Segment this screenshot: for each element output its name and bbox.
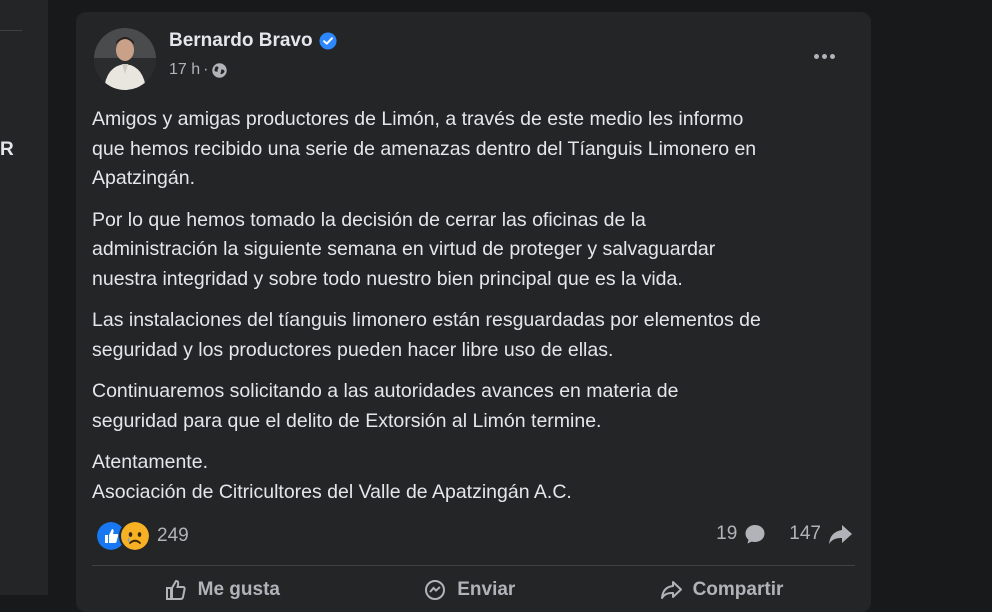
- action-divider: [92, 565, 855, 566]
- post-paragraph: Amigos y amigas productores de Limón, a …: [92, 108, 757, 189]
- thumbs-up-icon: [165, 579, 186, 600]
- post-text: Amigos y amigas productores de Limón, a …: [92, 105, 862, 519]
- author-row: Bernardo Bravo: [169, 30, 337, 52]
- reactions-summary[interactable]: 249: [95, 520, 189, 552]
- comment-icon: [745, 525, 765, 544]
- post-paragraph: Continuaremos solicitando a las autorida…: [92, 380, 679, 432]
- messenger-icon: [425, 580, 446, 600]
- sidebar-partial-text: R: [0, 139, 14, 160]
- verified-badge-icon: [319, 32, 337, 50]
- share-button-label: Compartir: [692, 579, 784, 600]
- post-paragraph: Por lo que hemos tomado la decisión de c…: [92, 208, 716, 290]
- like-button[interactable]: Me gusta: [152, 572, 292, 608]
- post-card: Bernardo Bravo 17 h · Amigos y amigas pr…: [76, 12, 871, 612]
- comments-count-value: 19: [716, 523, 738, 544]
- avatar[interactable]: [94, 28, 156, 90]
- dot-icon: [821, 53, 827, 59]
- share-arrow-icon: [829, 525, 852, 544]
- share-button[interactable]: Compartir: [647, 572, 796, 608]
- post-paragraph: Las instalaciones del tíanguis limonero …: [92, 309, 761, 361]
- post-meta: 17 h ·: [169, 61, 228, 79]
- comments-count[interactable]: 19: [716, 522, 767, 546]
- meta-separator: ·: [203, 61, 209, 78]
- globe-icon[interactable]: [211, 62, 228, 79]
- engagement-stats: 19 147: [716, 522, 853, 546]
- send-button[interactable]: Enviar: [411, 572, 527, 608]
- post-paragraph: Atentamente. Asociación de Citricultores…: [92, 451, 572, 503]
- send-button-label: Enviar: [457, 579, 516, 600]
- shares-count-value: 147: [789, 523, 821, 544]
- more-options-button[interactable]: [808, 44, 840, 68]
- sidebar-divider: [0, 30, 22, 31]
- shares-count[interactable]: 147: [789, 522, 853, 546]
- like-button-label: Me gusta: [197, 579, 280, 600]
- sad-reaction-icon: [119, 520, 151, 552]
- author-name[interactable]: Bernardo Bravo: [169, 30, 313, 52]
- post-timestamp[interactable]: 17 h: [169, 61, 200, 79]
- avatar-photo-icon: [94, 28, 156, 90]
- dot-icon: [829, 53, 835, 59]
- dot-icon: [813, 53, 819, 59]
- reaction-count: 249: [157, 525, 189, 546]
- left-sidebar: R: [0, 0, 48, 595]
- action-bar: Me gusta Enviar Compartir: [92, 572, 855, 608]
- share-icon: [660, 581, 682, 599]
